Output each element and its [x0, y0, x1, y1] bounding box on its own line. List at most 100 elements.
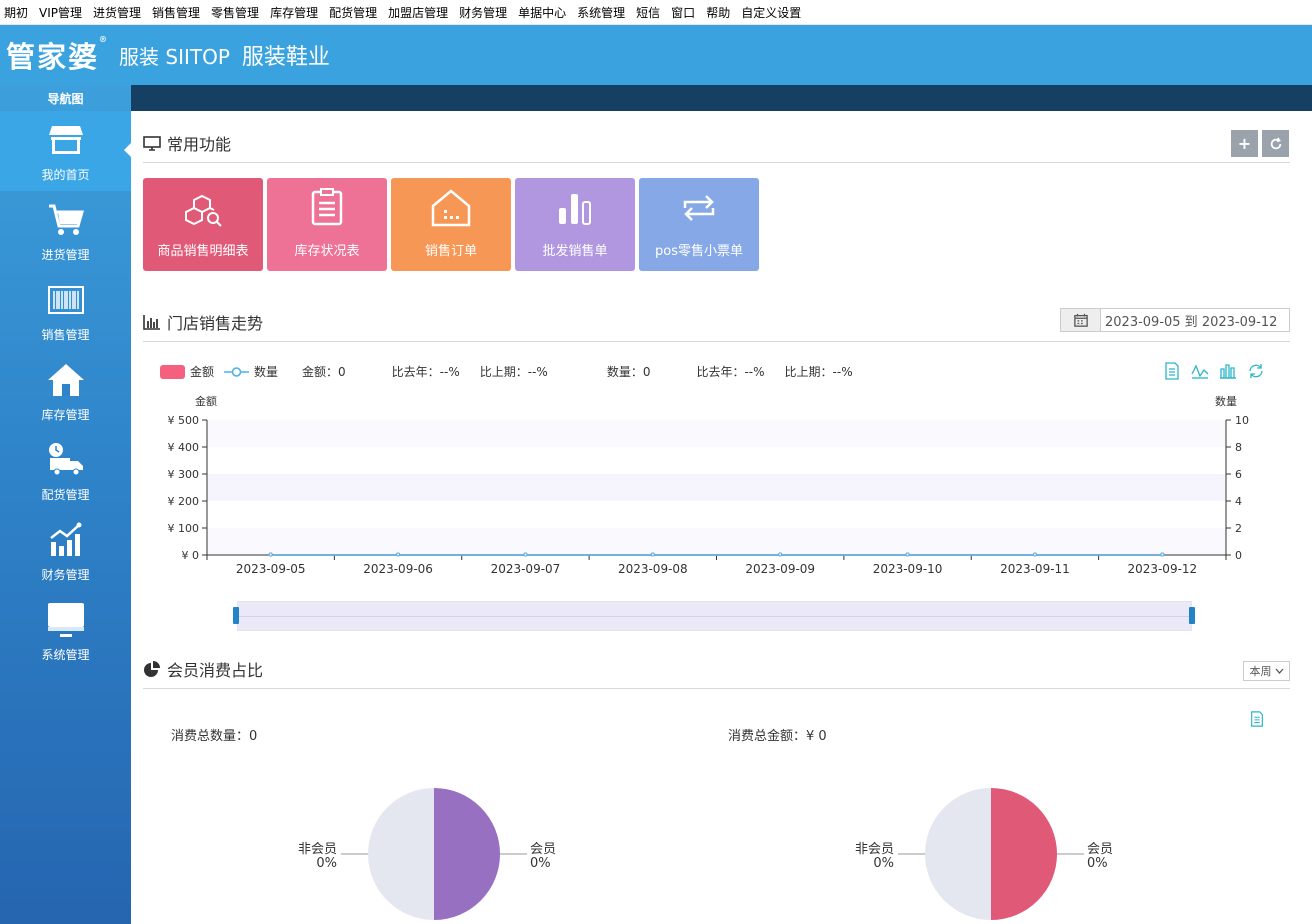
pie-chart-small-icon: [144, 660, 160, 677]
x-tick-label: 2023-09-05: [236, 562, 306, 576]
calendar-icon[interactable]: [1061, 309, 1101, 331]
menu-item-inventory[interactable]: 库存管理: [270, 4, 318, 21]
sidebar-item-distribution[interactable]: 配货管理: [0, 431, 131, 511]
tile-label: 库存状况表: [294, 244, 360, 259]
top-strip: [131, 85, 1312, 111]
menu-item-qichu[interactable]: 期初: [4, 4, 28, 21]
line-chart-icon[interactable]: [1191, 362, 1209, 380]
bar-chart-small-icon: [143, 314, 160, 330]
y-tick-label: ¥ 300: [168, 468, 200, 481]
menu-item-window[interactable]: 窗口: [671, 4, 695, 21]
repeat-icon: [683, 195, 715, 221]
tile-sales-order[interactable]: 销售订单: [391, 178, 511, 271]
series-point[interactable]: [1160, 552, 1165, 557]
sidebar-item-purchase[interactable]: 进货管理: [0, 191, 131, 271]
menu-item-sales[interactable]: 销售管理: [152, 4, 200, 21]
sidebar-item-home[interactable]: 我的首页: [0, 111, 131, 191]
section-title: 常用功能: [167, 134, 232, 154]
zoom-handle-left[interactable]: [233, 607, 239, 624]
truck-icon: [48, 442, 83, 475]
sidebar-item-label: 配货管理: [41, 487, 90, 502]
series-point[interactable]: [650, 552, 655, 557]
sidebar-title: 导航图: [47, 91, 84, 106]
sidebar-item-label: 财务管理: [41, 567, 90, 582]
section-title: 门店销售走势: [167, 313, 264, 333]
warehouse-icon: [431, 189, 471, 227]
grid-band: [207, 474, 1226, 501]
series-point[interactable]: [523, 552, 528, 557]
series-point[interactable]: [396, 552, 401, 557]
menu-item-finance[interactable]: 财务管理: [459, 4, 507, 21]
menu-item-help[interactable]: 帮助: [706, 4, 730, 21]
sidebar-item-system[interactable]: 系统管理: [0, 591, 131, 671]
x-tick-label: 2023-09-10: [873, 562, 943, 576]
pie-pct-member: 0%: [1087, 856, 1108, 871]
menu-item-sms[interactable]: 短信: [636, 4, 660, 21]
bar-chart-toggle-icon[interactable]: [1219, 362, 1237, 380]
tile-product-sales-detail[interactable]: 商品销售明细表: [143, 178, 263, 271]
tile-wholesale-order[interactable]: 批发销售单: [515, 178, 635, 271]
sidebar-item-inventory[interactable]: 库存管理: [0, 351, 131, 431]
zoom-line: [238, 616, 1191, 617]
function-tiles: 商品销售明细表 库存状况表 销售订单 批发销售单 pos零售小票单: [143, 178, 759, 271]
sidebar-item-label: 我的首页: [41, 167, 90, 182]
total-amount: 消费总金额：¥ 0: [728, 729, 827, 744]
legend-amount-swatch[interactable]: [160, 364, 185, 379]
data-view-icon[interactable]: [1249, 711, 1265, 727]
y-axis-title-right: 数量: [1215, 395, 1237, 408]
refresh-button[interactable]: [1262, 130, 1289, 157]
legend-qty-swatch[interactable]: [224, 365, 250, 379]
date-range-text: 2023-09-05 到 2023-09-12: [1105, 314, 1278, 330]
sidebar-item-label: 系统管理: [41, 647, 90, 662]
x-tick-label: 2023-09-06: [363, 562, 433, 576]
sidebar-item-sales[interactable]: 销售管理: [0, 271, 131, 351]
add-button[interactable]: +: [1231, 130, 1258, 157]
menu-item-custom[interactable]: 自定义设置: [741, 4, 801, 21]
y-tick-label: ¥ 400: [168, 441, 200, 454]
tile-inventory-status[interactable]: 库存状况表: [267, 178, 387, 271]
zoom-handle-right[interactable]: [1189, 607, 1195, 624]
pie-slice-member[interactable]: [991, 788, 1057, 920]
sidebar-item-label: 进货管理: [41, 247, 90, 262]
monitor-small-icon: [143, 135, 161, 151]
cart-icon: [48, 204, 84, 235]
menu-item-franchise[interactable]: 加盟店管理: [388, 4, 448, 21]
brand-industry: 服装鞋业: [241, 45, 330, 70]
menu-item-purchase[interactable]: 进货管理: [93, 4, 141, 21]
menu-item-vip[interactable]: VIP管理: [39, 4, 82, 21]
series-point[interactable]: [905, 552, 910, 557]
clipboard-icon: [311, 188, 343, 226]
data-view-icon[interactable]: [1163, 362, 1181, 380]
menu-item-documents[interactable]: 单据中心: [518, 4, 566, 21]
date-zoom-slider[interactable]: [237, 601, 1192, 631]
common-functions-header: 常用功能: [143, 123, 1290, 163]
menu-item-system[interactable]: 系统管理: [577, 4, 625, 21]
stat-amount: 金额：0: [302, 365, 346, 379]
menu-item-distribution[interactable]: 配货管理: [329, 4, 377, 21]
grid-band: [207, 528, 1226, 555]
date-range-picker[interactable]: 2023-09-05 到 2023-09-12: [1060, 308, 1290, 332]
brand-subtitle: 服装 SIITOP: [119, 44, 230, 69]
pie-slice-member[interactable]: [434, 788, 500, 920]
sidebar-item-finance[interactable]: 财务管理: [0, 511, 131, 591]
brand-logo: 管家婆®: [6, 34, 110, 74]
series-point[interactable]: [1032, 552, 1037, 557]
grid-band: [207, 420, 1226, 447]
pie-pct-non-member: 0%: [316, 856, 337, 871]
house-icon: [47, 363, 84, 396]
tile-label: pos零售小票单: [655, 244, 743, 259]
tile-pos-receipt[interactable]: pos零售小票单: [639, 178, 759, 271]
growth-chart-icon: [49, 522, 81, 556]
legend-qty-label[interactable]: 数量: [254, 363, 278, 380]
y-tick-label: ¥ 200: [168, 495, 200, 508]
member-amount-pie: 非会员 0% 会员 0%: [855, 788, 1113, 920]
menu-item-retail[interactable]: 零售管理: [211, 4, 259, 21]
y2-tick-label: 0: [1235, 549, 1242, 562]
series-point[interactable]: [778, 552, 783, 557]
legend-amount-label[interactable]: 金额: [190, 363, 214, 380]
menu-bar: 期初 VIP管理 进货管理 销售管理 零售管理 库存管理 配货管理 加盟店管理 …: [0, 0, 1312, 25]
period-select[interactable]: 本周: [1243, 661, 1290, 681]
restore-icon[interactable]: [1247, 362, 1265, 380]
section-title: 会员消费占比: [167, 660, 264, 680]
series-point[interactable]: [268, 552, 273, 557]
